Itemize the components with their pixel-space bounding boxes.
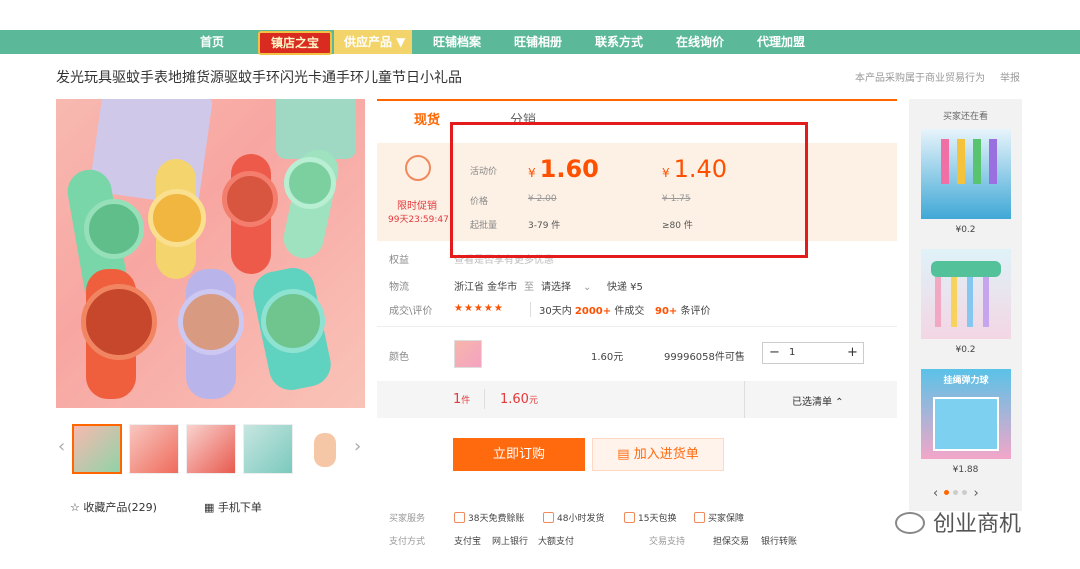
selected-list-toggle[interactable]: 已选清单 ⌃: [792, 393, 844, 408]
logistics-label: 物流: [389, 282, 409, 293]
thumbnail-3[interactable]: [186, 424, 236, 474]
thumb-next-arrow[interactable]: ›: [354, 436, 361, 457]
sidebar-item-2-price: ¥0.2: [955, 345, 976, 355]
product-title: 发光玩具驱蚊手表地摊货源驱蚊手环闪光卡通手环儿童节日小礼品: [56, 70, 462, 86]
sidebar-pager: ‹ ›: [933, 486, 979, 501]
ship-origin: 浙江省 金华市: [454, 282, 518, 293]
add-to-cart-button[interactable]: ▤ 加入进货单: [592, 438, 724, 471]
thumbnail-4[interactable]: [243, 424, 293, 474]
mobile-order-label: 手机下单: [217, 501, 262, 514]
order-summary: 1件 1.60元 已选清单 ⌃: [377, 381, 897, 418]
mobile-order-button[interactable]: ▦ 手机下单: [204, 499, 262, 515]
buy-now-button[interactable]: 立即订购: [453, 438, 585, 471]
alarm-clock-icon: [405, 155, 431, 181]
tab-current-stock[interactable]: 现货: [414, 109, 440, 128]
thumbnail-1[interactable]: [72, 424, 122, 474]
rights-label: 权益: [389, 255, 409, 266]
trade-support-label: 交易支持: [649, 537, 686, 547]
rating-stars-icon: ★★★★★: [454, 303, 504, 314]
report-link[interactable]: 举报: [1000, 69, 1020, 84]
sidebar-item-3-price: ¥1.88: [952, 465, 979, 475]
chevron-left-icon[interactable]: ‹: [933, 486, 938, 501]
color-label: 颜色: [389, 352, 409, 363]
promo-label: 限时促销: [397, 201, 437, 212]
pay-netbank: 网上银行: [492, 537, 529, 547]
plus-button[interactable]: +: [847, 345, 858, 360]
chevron-down-icon: ⌄: [583, 282, 592, 293]
qr-code-icon: ▦: [204, 501, 218, 514]
destination-select[interactable]: 请选择 ⌄: [541, 278, 591, 293]
nav-home[interactable]: 首页: [200, 30, 224, 54]
pay-alipay: 支付宝: [454, 537, 482, 547]
also-viewing-sidebar: 买家还在看 ¥0.2 ¥0.2 挂绳弹力球 ¥1.88 ‹ ›: [909, 99, 1022, 511]
express-fee: 快递 ¥5: [607, 282, 643, 293]
pager-dot[interactable]: [944, 490, 950, 495]
watermark: 创业商机: [895, 506, 1021, 538]
shipping-icon: [543, 512, 554, 523]
pay-large: 大额支付: [538, 537, 575, 547]
divider: [484, 389, 485, 409]
summary-price: 1.60元: [500, 392, 538, 407]
service-exchange[interactable]: 15天包换: [624, 511, 676, 524]
quantity-input[interactable]: 1: [789, 347, 795, 358]
sku-stock: 99996058件可售: [664, 352, 745, 363]
chevron-right-icon[interactable]: ›: [973, 486, 978, 501]
trade-escrow: 担保交易: [713, 537, 750, 547]
quantity-stepper: − 1 +: [762, 342, 864, 364]
shield-icon: [694, 512, 705, 523]
thumbnail-2[interactable]: [129, 424, 179, 474]
ship-to-label: 至: [524, 282, 534, 293]
trade-transfer: 银行转账: [761, 537, 798, 547]
promo-countdown: 99天23:59:47: [388, 215, 449, 225]
credit-icon: [454, 512, 465, 523]
sidebar-item-1-image[interactable]: [921, 129, 1011, 219]
thumbnail-strip: [56, 424, 376, 474]
sku-price: 1.60元: [591, 352, 624, 363]
sidebar-title: 买家还在看: [942, 112, 988, 122]
sidebar-item-3-image[interactable]: 挂绳弹力球: [921, 369, 1011, 459]
service-shipping[interactable]: 48小时发货: [543, 511, 604, 524]
review-stats[interactable]: 90+ 条评价: [655, 302, 710, 317]
wechat-icon: [895, 512, 925, 534]
star-outline-icon: ☆: [70, 501, 84, 514]
deal-stats: 30天内 2000+ 件成交: [530, 302, 644, 317]
nav-contact[interactable]: 联系方式: [595, 30, 643, 54]
trade-note: 本产品采购属于商业贸易行为: [855, 73, 985, 84]
nav-album[interactable]: 旺铺相册: [514, 30, 562, 54]
nav-inquiry[interactable]: 在线询价: [676, 30, 724, 54]
pager-dot[interactable]: [962, 490, 968, 495]
nav-agent[interactable]: 代理加盟: [757, 30, 805, 54]
exchange-icon: [624, 512, 635, 523]
service-protection[interactable]: 买家保障: [694, 511, 744, 524]
favorite-label: 收藏产品(229): [83, 501, 157, 514]
add-to-cart-label: 加入进货单: [633, 447, 699, 462]
nav-supply[interactable]: 供应产品 ▼: [334, 30, 412, 54]
service-credit[interactable]: 38天免费赊账: [454, 511, 524, 524]
nav-shop-treasure[interactable]: 镇店之宝: [258, 31, 332, 55]
summary-qty: 1件: [453, 392, 471, 407]
minus-button[interactable]: −: [769, 345, 780, 360]
divider: [377, 326, 897, 327]
sidebar-item-1-price: ¥0.2: [955, 225, 976, 235]
highlight-frame: [450, 122, 808, 258]
top-nav: 首页 镇店之宝 供应产品 ▼ 旺铺档案 旺铺相册 联系方式 在线询价 代理加盟: [0, 30, 1080, 55]
clipboard-icon: ▤: [617, 447, 634, 462]
payment-label: 支付方式: [389, 537, 426, 547]
nav-archive[interactable]: 旺铺档案: [433, 30, 481, 54]
favorite-button[interactable]: ☆ 收藏产品(229): [70, 499, 157, 515]
pager-dot[interactable]: [953, 490, 959, 495]
sidebar-item-2-image[interactable]: [921, 249, 1011, 339]
thumbnail-5[interactable]: [300, 424, 350, 474]
buyer-service-label: 买家服务: [389, 514, 426, 524]
divider: [744, 381, 745, 418]
deal-review-label: 成交\评价: [389, 306, 433, 317]
sidebar-item-3-banner: 挂绳弹力球: [943, 376, 989, 386]
main-product-image[interactable]: [56, 99, 365, 408]
color-option[interactable]: [454, 340, 482, 368]
